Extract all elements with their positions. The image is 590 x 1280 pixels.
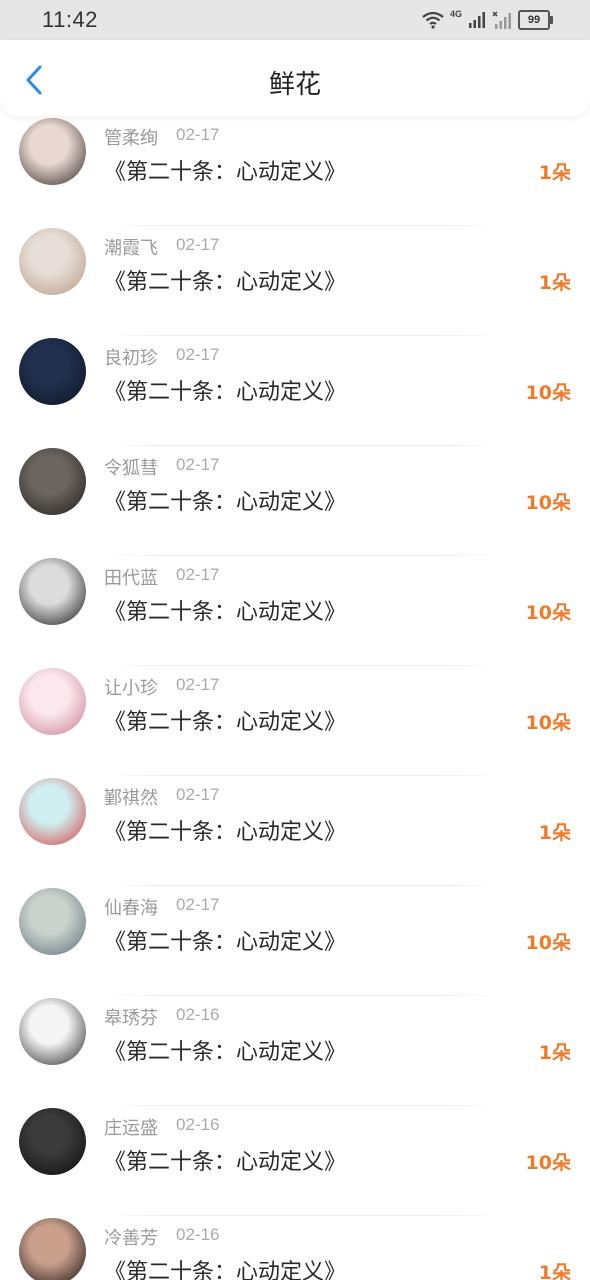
book-title: 《第二十条：心动定义》 <box>104 820 347 845</box>
flower-count: 1朵 <box>538 272 571 294</box>
gift-date: 02-17 <box>176 895 220 914</box>
avatar[interactable] <box>19 338 86 405</box>
list-item[interactable]: 鄞祺然 02-17 《第二十条：心动定义》 1朵 <box>0 776 590 886</box>
gift-date: 02-16 <box>176 1225 220 1244</box>
flower-count: 10朵 <box>525 382 571 404</box>
user-name[interactable]: 庄运盛 <box>104 1114 158 1140</box>
page-title: 鲜花 <box>268 70 321 100</box>
status-icons: 4G 99 <box>422 9 553 30</box>
battery-icon: 99 <box>518 10 553 30</box>
list-item[interactable]: 冷善芳 02-16 《第二十条：心动定义》 1朵 <box>0 1216 590 1280</box>
user-name[interactable]: 令狐彗 <box>104 454 158 480</box>
list-item[interactable]: 令狐彗 02-17 《第二十条：心动定义》 10朵 <box>0 446 590 556</box>
book-title: 《第二十条：心动定义》 <box>104 380 347 405</box>
avatar[interactable] <box>19 1108 86 1175</box>
status-bar: 11:42 4G 99 <box>0 0 590 40</box>
list-item[interactable]: 皋琇芬 02-16 《第二十条：心动定义》 1朵 <box>0 996 590 1106</box>
book-title: 《第二十条：心动定义》 <box>104 1150 347 1175</box>
book-title: 《第二十条：心动定义》 <box>104 600 347 625</box>
gift-date: 02-17 <box>176 235 220 254</box>
user-name[interactable]: 鄞祺然 <box>104 784 158 810</box>
gift-date: 02-17 <box>176 455 220 474</box>
flower-record-list: 管柔绚 02-17 《第二十条：心动定义》 1朵 潮霞飞 02-17 《第二十条：心动定义》… <box>0 116 590 1280</box>
user-name[interactable]: 仙春海 <box>104 894 158 920</box>
gift-date: 02-17 <box>176 345 220 364</box>
avatar[interactable] <box>19 448 86 515</box>
avatar[interactable] <box>19 558 86 625</box>
flower-count: 10朵 <box>525 492 571 514</box>
user-name[interactable]: 冷善芳 <box>104 1224 158 1250</box>
flower-count: 10朵 <box>525 602 571 624</box>
list-item[interactable]: 潮霞飞 02-17 《第二十条：心动定义》 1朵 <box>0 226 590 336</box>
flower-count: 1朵 <box>538 1262 571 1280</box>
status-time: 11:42 <box>42 7 98 32</box>
wifi-icon <box>422 11 444 29</box>
flower-count: 1朵 <box>538 162 571 184</box>
avatar[interactable] <box>19 668 86 735</box>
book-title: 《第二十条：心动定义》 <box>104 490 347 515</box>
user-name[interactable]: 管柔绚 <box>104 124 158 150</box>
gift-date: 02-16 <box>176 1005 220 1024</box>
book-title: 《第二十条：心动定义》 <box>104 1260 347 1280</box>
flower-count: 10朵 <box>525 712 571 734</box>
user-name[interactable]: 田代蓝 <box>104 564 158 590</box>
list-item[interactable]: 庄运盛 02-16 《第二十条：心动定义》 10朵 <box>0 1106 590 1216</box>
list-item[interactable]: 管柔绚 02-17 《第二十条：心动定义》 1朵 <box>0 116 590 226</box>
book-title: 《第二十条：心动定义》 <box>104 1040 347 1065</box>
avatar[interactable] <box>19 118 86 185</box>
list-item[interactable]: 让小珍 02-17 《第二十条：心动定义》 10朵 <box>0 666 590 776</box>
user-name[interactable]: 皋琇芬 <box>104 1004 158 1030</box>
header: 鲜花 <box>0 40 590 116</box>
signal-no-sim-icon <box>492 11 511 29</box>
user-name[interactable]: 潮霞飞 <box>104 234 158 260</box>
gift-date: 02-16 <box>176 1115 220 1134</box>
flower-count: 10朵 <box>525 932 571 954</box>
book-title: 《第二十条：心动定义》 <box>104 160 347 185</box>
book-title: 《第二十条：心动定义》 <box>104 270 347 295</box>
flower-count: 1朵 <box>538 1042 571 1064</box>
gift-date: 02-17 <box>176 675 220 694</box>
gift-date: 02-17 <box>176 785 220 804</box>
gift-date: 02-17 <box>176 125 220 144</box>
avatar[interactable] <box>19 888 86 955</box>
list-item[interactable]: 田代蓝 02-17 《第二十条：心动定义》 10朵 <box>0 556 590 666</box>
book-title: 《第二十条：心动定义》 <box>104 710 347 735</box>
avatar[interactable] <box>19 778 86 845</box>
gift-date: 02-17 <box>176 565 220 584</box>
flower-count: 1朵 <box>538 822 571 844</box>
signal-icon <box>469 12 485 28</box>
user-name[interactable]: 良初珍 <box>104 344 158 370</box>
list-item[interactable]: 良初珍 02-17 《第二十条：心动定义》 10朵 <box>0 336 590 446</box>
network-type-icon: 4G <box>449 9 462 19</box>
avatar[interactable] <box>19 998 86 1065</box>
user-name[interactable]: 让小珍 <box>104 674 158 700</box>
flower-count: 10朵 <box>525 1152 571 1174</box>
list-item[interactable]: 仙春海 02-17 《第二十条：心动定义》 10朵 <box>0 886 590 996</box>
avatar[interactable] <box>19 228 86 295</box>
avatar[interactable] <box>19 1218 86 1280</box>
book-title: 《第二十条：心动定义》 <box>104 930 347 955</box>
